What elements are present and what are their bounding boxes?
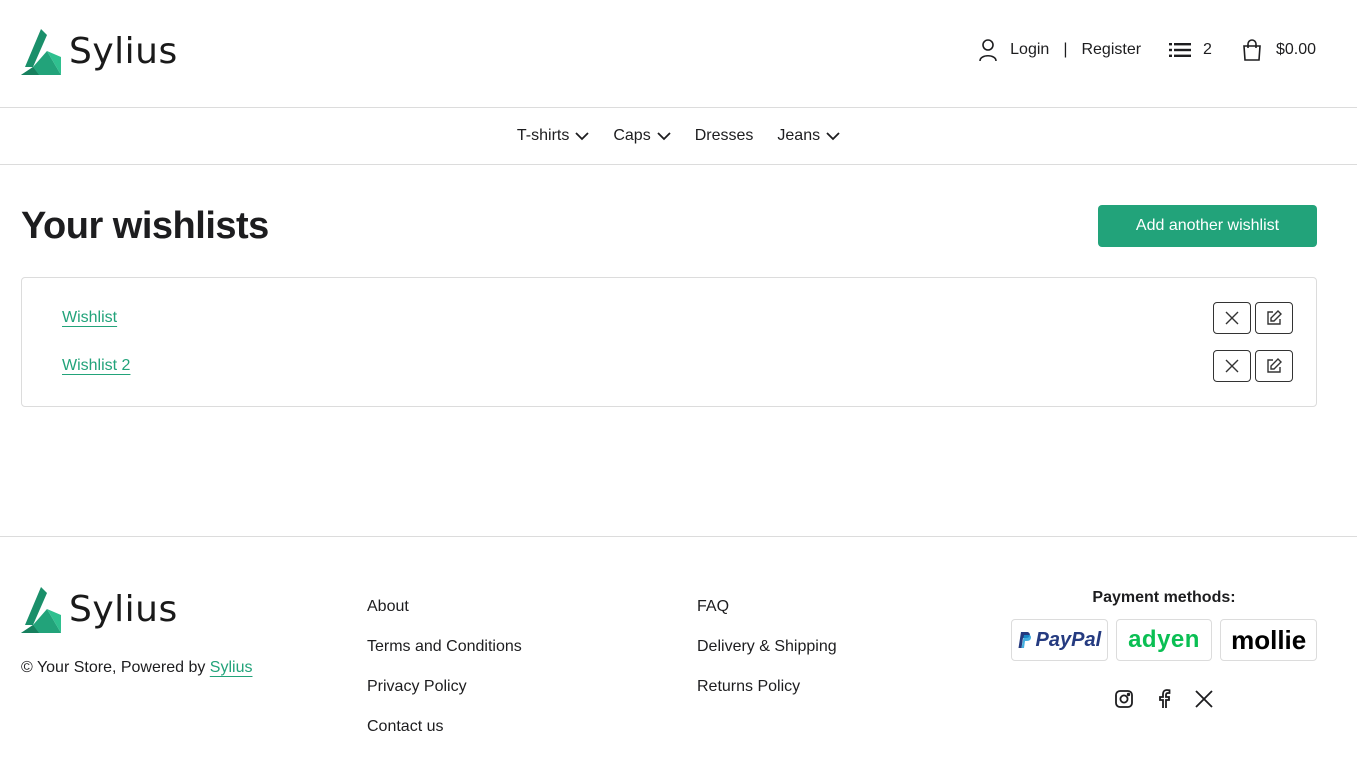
row-actions xyxy=(1213,350,1293,382)
footer-links-col-2: FAQ Delivery & Shipping Returns Policy xyxy=(697,597,837,697)
payment-methods: Payment methods: PayPal adyen mollie xyxy=(1011,589,1318,709)
copyright-text: © Your Store, Powered by xyxy=(21,659,206,676)
edit-wishlist-button[interactable] xyxy=(1255,302,1293,334)
payment-logos: PayPal adyen mollie xyxy=(1011,619,1318,661)
footer-link-terms[interactable]: Terms and Conditions xyxy=(367,637,522,657)
paypal-logo: PayPal xyxy=(1011,619,1108,661)
nav-item-caps[interactable]: Caps xyxy=(613,127,671,145)
sylius-logo-icon xyxy=(21,587,61,633)
wishlist-link[interactable]: Wishlist xyxy=(62,309,117,327)
main-nav: T-shirts Caps Dresses Jeans xyxy=(0,108,1357,165)
footer-link-about[interactable]: About xyxy=(367,597,522,617)
chevron-down-icon xyxy=(575,131,589,140)
sylius-logo[interactable]: Sylius xyxy=(21,27,178,75)
close-icon xyxy=(1225,311,1239,325)
powered-by-link[interactable]: Sylius xyxy=(210,659,253,676)
wishlist-list: Wishlist Wishlist 2 xyxy=(21,277,1317,407)
page-title: Your wishlists xyxy=(21,205,269,247)
footer-logo[interactable]: Sylius xyxy=(21,585,178,633)
payments-title: Payment methods: xyxy=(1092,589,1236,606)
site-header: Sylius Login | Register 2 $0.00 xyxy=(0,0,1357,108)
row-actions xyxy=(1213,302,1293,334)
site-footer: Sylius © Your Store, Powered by Sylius A… xyxy=(0,536,1357,764)
footer-link-returns[interactable]: Returns Policy xyxy=(697,677,837,697)
nav-item-dresses[interactable]: Dresses xyxy=(695,127,754,145)
logo-text: Sylius xyxy=(69,30,178,72)
edit-icon xyxy=(1267,358,1282,373)
nav-item-jeans[interactable]: Jeans xyxy=(777,127,840,145)
header-separator: | xyxy=(1063,41,1068,58)
nav-item-label: Dresses xyxy=(694,127,754,144)
wishlist-count[interactable]: 2 xyxy=(1203,41,1212,59)
adyen-logo: adyen xyxy=(1115,619,1213,661)
cart-icon[interactable] xyxy=(1242,39,1262,61)
edit-icon xyxy=(1267,310,1282,325)
header-actions: Login | Register 2 $0.00 xyxy=(978,38,1316,62)
adyen-label: adyen xyxy=(1128,626,1200,653)
copyright: © Your Store, Powered by Sylius xyxy=(21,659,252,677)
nav-item-label: Jeans xyxy=(777,127,821,144)
footer-link-faq[interactable]: FAQ xyxy=(697,597,837,617)
paypal-mark-icon xyxy=(1018,632,1031,648)
add-wishlist-button[interactable]: Add another wishlist xyxy=(1098,205,1317,247)
instagram-icon[interactable] xyxy=(1114,689,1134,709)
mollie-logo: mollie xyxy=(1220,619,1318,661)
footer-link-privacy[interactable]: Privacy Policy xyxy=(367,677,522,697)
mollie-label: mollie xyxy=(1231,624,1307,655)
list-item: Wishlist 2 xyxy=(62,350,1293,382)
nav-item-tshirts[interactable]: T-shirts xyxy=(517,127,589,145)
list-item: Wishlist xyxy=(62,302,1293,334)
x-icon[interactable] xyxy=(1194,689,1214,709)
logo-text: Sylius xyxy=(69,588,178,630)
close-icon xyxy=(1225,359,1239,373)
footer-link-delivery[interactable]: Delivery & Shipping xyxy=(697,637,837,657)
wishlist-icon[interactable] xyxy=(1169,42,1192,58)
footer-links-col-1: About Terms and Conditions Privacy Polic… xyxy=(367,597,522,737)
login-link[interactable]: Login xyxy=(1010,41,1049,59)
register-link[interactable]: Register xyxy=(1081,41,1141,59)
chevron-down-icon xyxy=(826,131,840,140)
cart-total[interactable]: $0.00 xyxy=(1276,41,1316,59)
footer-link-contact[interactable]: Contact us xyxy=(367,717,522,737)
sylius-logo-icon xyxy=(21,29,61,75)
delete-wishlist-button[interactable] xyxy=(1213,350,1251,382)
nav-item-label: Caps xyxy=(613,127,651,144)
paypal-label: PayPal xyxy=(1035,628,1102,651)
facebook-icon[interactable] xyxy=(1154,689,1174,709)
user-icon xyxy=(978,38,998,62)
edit-wishlist-button[interactable] xyxy=(1255,350,1293,382)
nav-item-label: T-shirts xyxy=(516,127,570,144)
wishlist-link[interactable]: Wishlist 2 xyxy=(62,357,130,375)
social-links xyxy=(1011,689,1317,709)
delete-wishlist-button[interactable] xyxy=(1213,302,1251,334)
chevron-down-icon xyxy=(657,131,671,140)
